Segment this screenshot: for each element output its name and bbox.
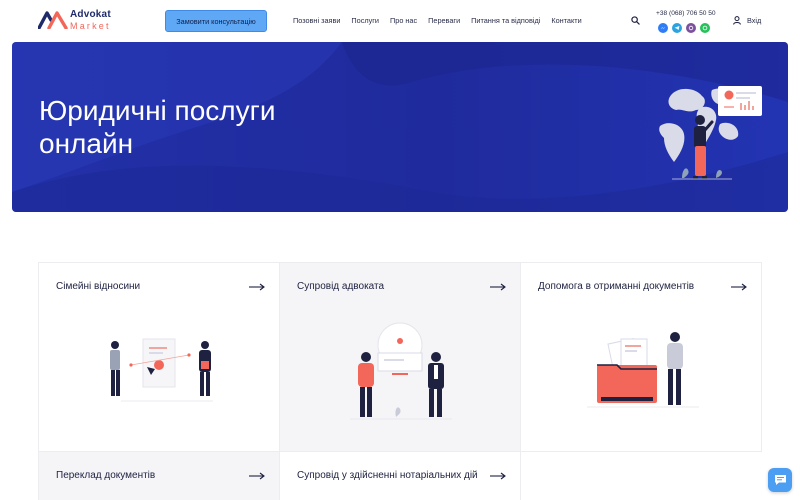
documents-help-illustration [587, 332, 699, 408]
service-card-notary[interactable]: Супровід у здійсненні нотаріальних дій [279, 451, 521, 500]
hero-banner: Юридичні послуги онлайн [12, 42, 788, 212]
hero-title: Юридичні послуги онлайн [39, 94, 439, 160]
service-card-family[interactable]: Сімейні відносини [38, 262, 280, 452]
hero-title-line2: онлайн [39, 128, 134, 159]
arrow-right-icon [731, 283, 747, 291]
nav-item-advantages[interactable]: Переваги [428, 16, 460, 25]
user-icon [733, 16, 741, 25]
logo[interactable]: Advokat Market [38, 9, 128, 33]
login-link[interactable]: Вхід [733, 16, 761, 25]
service-card-translation[interactable]: Переклад документів [38, 451, 280, 500]
services-grid: Сімейні відносини Супровід адвоката Допо… [38, 262, 762, 500]
arrow-right-icon [490, 472, 506, 480]
order-consultation-button[interactable]: Замовити консультацію [165, 10, 267, 32]
service-card-title: Сімейні відносини [56, 281, 141, 292]
messenger-icon[interactable] [658, 23, 668, 33]
logo-line1: Advokat [70, 9, 111, 20]
chat-widget-button[interactable] [768, 468, 792, 492]
search-icon[interactable] [631, 16, 640, 25]
phone-number[interactable]: +38 (068) 706 50 50 [656, 10, 716, 17]
service-card-title: Переклад документів [56, 470, 156, 481]
chat-icon [774, 475, 786, 485]
viber-icon[interactable] [686, 23, 696, 33]
nav-item-claims[interactable]: Позовні заяви [293, 16, 340, 25]
lawyer-support-illustration [350, 322, 452, 420]
nav-item-services[interactable]: Послуги [351, 16, 379, 25]
social-links [658, 23, 710, 33]
logo-line2: Market [70, 21, 111, 31]
hero-title-line1: Юридичні послуги [39, 95, 276, 126]
service-card-documents[interactable]: Допомога в отриманні документів [520, 262, 762, 452]
telegram-icon[interactable] [672, 23, 682, 33]
service-card-lawyer-support[interactable]: Супровід адвоката [279, 262, 521, 452]
whatsapp-icon[interactable] [700, 23, 710, 33]
nav-item-contacts[interactable]: Контакти [551, 16, 581, 25]
hero-world-map-illustration [659, 86, 762, 180]
nav-item-faq[interactable]: Питання та відповіді [471, 16, 540, 25]
nav-item-about[interactable]: Про нас [390, 16, 417, 25]
main-nav: Позовні заяви Послуги Про нас Переваги П… [293, 16, 582, 25]
arrow-right-icon [490, 283, 506, 291]
service-card-title: Супровід адвоката [297, 281, 385, 292]
arrow-right-icon [249, 283, 265, 291]
login-label: Вхід [747, 16, 762, 25]
logo-mark-icon [38, 11, 68, 29]
family-relations-illustration [110, 338, 213, 402]
service-card-title: Допомога в отриманні документів [538, 281, 695, 292]
service-card-title: Супровід у здійсненні нотаріальних дій [297, 470, 478, 481]
site-header: Advokat Market Замовити консультацію Поз… [0, 0, 800, 42]
arrow-right-icon [249, 472, 265, 480]
logo-text: Advokat Market [70, 9, 111, 32]
